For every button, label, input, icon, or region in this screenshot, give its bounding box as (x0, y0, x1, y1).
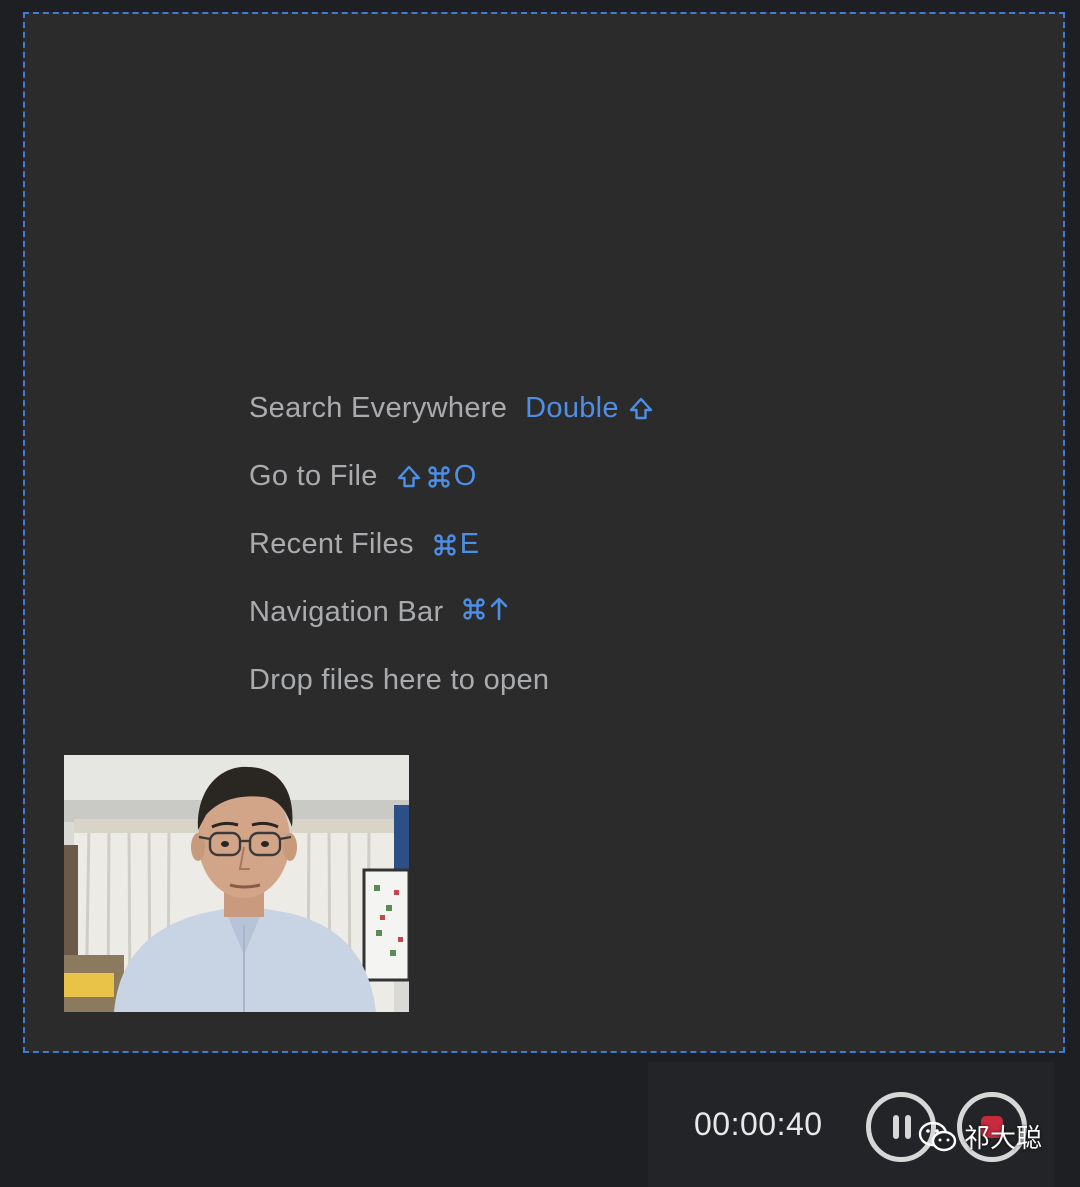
command-icon (432, 532, 458, 558)
shortcut-text: Double (525, 392, 619, 424)
hint-shortcut (461, 596, 509, 622)
webcam-image (64, 755, 409, 1012)
watermark: 祁大聪 (918, 1118, 1042, 1155)
hint-go-to-file: Go to File O (249, 460, 654, 528)
hint-label: Navigation Bar (249, 596, 444, 628)
hint-shortcut: O (396, 460, 477, 493)
webcam-preview[interactable] (64, 755, 409, 1012)
arrow-up-icon (489, 596, 509, 622)
hint-shortcut: E (432, 528, 480, 561)
hint-label: Search Everywhere (249, 392, 508, 424)
recording-timer: 00:00:40 (694, 1106, 823, 1142)
hint-label: Go to File (249, 460, 378, 492)
hint-shortcut: Double (525, 392, 654, 425)
shift-icon (628, 396, 654, 422)
pause-icon (891, 1115, 913, 1139)
hint-navigation-bar: Navigation Bar (249, 596, 654, 664)
command-icon (426, 464, 452, 490)
shortcut-text: E (459, 528, 480, 560)
hint-search-everywhere: Search Everywhere Double (249, 392, 654, 460)
watermark-text: 祁大聪 (964, 1124, 1043, 1154)
hint-recent-files: Recent Files E (249, 528, 654, 596)
hint-drop-files: Drop files here to open (249, 664, 654, 732)
wechat-icon (918, 1121, 957, 1151)
shift-icon (396, 464, 422, 490)
hint-label: Drop files here to open (249, 664, 550, 696)
command-icon (461, 596, 487, 622)
empty-editor-hints: Search Everywhere Double Go to File O Re… (249, 392, 654, 732)
hint-label: Recent Files (249, 528, 414, 560)
shortcut-text: O (453, 460, 477, 492)
